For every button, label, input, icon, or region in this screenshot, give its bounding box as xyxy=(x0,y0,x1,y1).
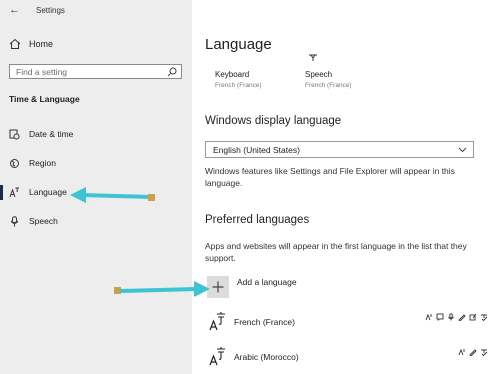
language-feature-icons xyxy=(458,348,488,358)
display-language-icon xyxy=(425,313,432,321)
back-button[interactable]: ← xyxy=(9,4,20,16)
feature-label: Keyboard xyxy=(215,70,250,79)
chevron-down-icon xyxy=(458,147,467,153)
sidebar-item-label: Home xyxy=(29,39,54,49)
sidebar-item-label: Language xyxy=(29,187,67,197)
annotation-arrow-language xyxy=(70,187,155,203)
display-language-icon xyxy=(458,348,465,356)
home-icon xyxy=(9,38,21,49)
display-language-description: Windows features like Settings and File … xyxy=(205,166,455,188)
display-language-heading: Windows display language xyxy=(205,115,342,127)
sidebar-item-home[interactable]: Home xyxy=(0,36,192,54)
app-title: Settings xyxy=(36,6,65,15)
annotation-arrow-add-language xyxy=(114,281,210,297)
handwriting-icon xyxy=(458,314,466,321)
globe-icon xyxy=(10,159,19,168)
feature-label: Speech xyxy=(305,70,333,79)
clock-icon xyxy=(9,129,20,140)
language-icon xyxy=(9,187,19,198)
search-icon[interactable] xyxy=(167,67,177,77)
plus-icon xyxy=(212,281,224,293)
spellcheck-icon xyxy=(481,314,488,321)
microphone-icon xyxy=(10,216,19,227)
section-heading: Time & Language xyxy=(9,94,80,104)
title-bar: ← Settings xyxy=(0,0,192,22)
page-title: Language xyxy=(205,36,272,53)
feature-sub: French (France) xyxy=(305,82,352,89)
search-input[interactable]: Find a setting xyxy=(9,64,182,79)
display-language-select[interactable]: English (United States) xyxy=(205,141,474,158)
speech-recognition-icon xyxy=(448,313,454,321)
sidebar-item-speech[interactable]: Speech xyxy=(0,213,192,231)
speech-icon xyxy=(309,54,317,61)
sidebar-item-region[interactable]: Region xyxy=(0,155,192,173)
text-to-speech-icon xyxy=(436,313,444,321)
basic-typing-icon xyxy=(469,313,477,321)
preferred-languages-heading: Preferred languages xyxy=(205,214,310,226)
handwriting-icon xyxy=(469,349,477,356)
language-item-arabic[interactable]: Arabic (Morocco) xyxy=(205,346,490,372)
language-glyph-icon xyxy=(209,312,225,331)
language-feature-icons xyxy=(425,313,488,323)
sidebar-item-label: Speech xyxy=(29,216,58,226)
preferred-languages-description: Apps and websites will appear in the fir… xyxy=(205,241,467,263)
add-language-label[interactable]: Add a language xyxy=(237,277,297,287)
sidebar-item-date-time[interactable]: Date & time xyxy=(0,126,192,144)
feature-sub: French (France) xyxy=(215,82,262,89)
language-name: Arabic (Morocco) xyxy=(234,352,299,362)
sidebar-item-label: Region xyxy=(29,158,56,168)
language-item-french[interactable]: French (France) xyxy=(205,311,490,337)
main-content: Language Keyboard French (France) Speech… xyxy=(192,0,494,374)
spellcheck-icon xyxy=(481,349,488,356)
language-name: French (France) xyxy=(234,317,295,327)
language-glyph-icon xyxy=(209,347,225,366)
sidebar-item-label: Date & time xyxy=(29,129,74,139)
search-placeholder: Find a setting xyxy=(16,67,68,77)
select-value: English (United States) xyxy=(213,145,300,155)
